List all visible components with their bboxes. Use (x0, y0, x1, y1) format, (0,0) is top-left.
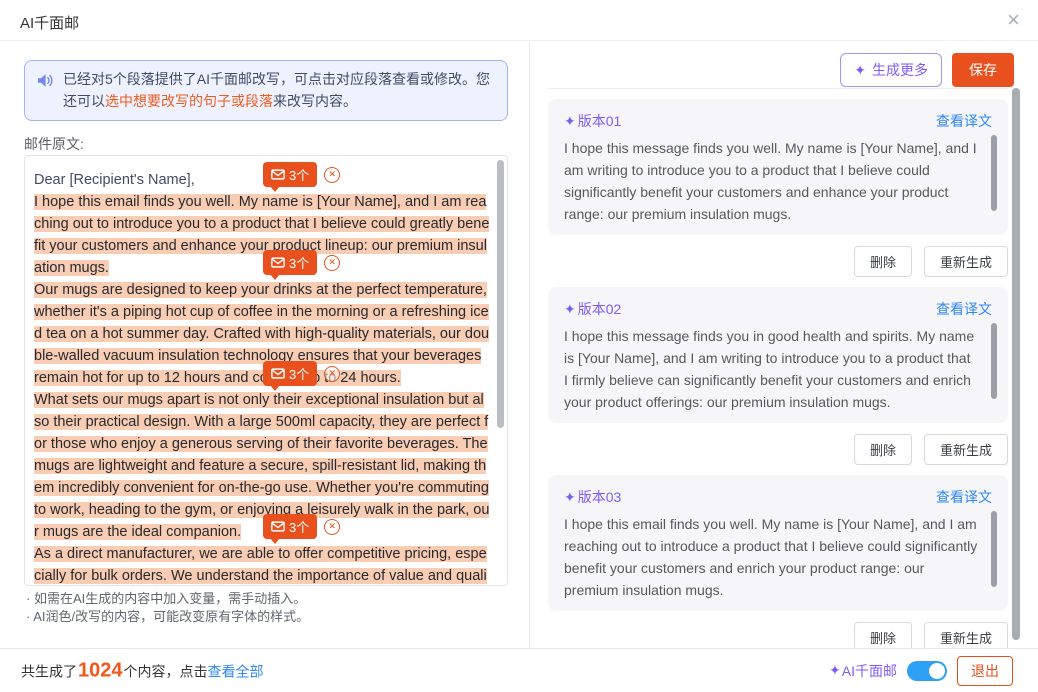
generate-more-button[interactable]: ✦ 生成更多 (840, 53, 942, 87)
notice-text-after: 来改写内容。 (273, 93, 357, 109)
generated-count: 1024 (78, 659, 123, 682)
speaker-icon (37, 72, 54, 112)
email-salutation[interactable]: Dear [Recipient's Name], (34, 169, 490, 191)
page-title: AI千面邮 (20, 12, 79, 33)
version-card-scrollbar[interactable] (991, 135, 997, 211)
note-line: · 如需在AI生成的内容中加入变量，需手动插入。 (26, 590, 309, 608)
paragraph-versions-badge[interactable]: 3个 (263, 514, 317, 539)
paragraph-badge-group: 3个 ✕ (263, 514, 340, 539)
badge-count: 3个 (289, 253, 309, 272)
badge-dismiss-icon[interactable]: ✕ (324, 167, 340, 183)
sparkle-icon: ✦ (564, 489, 576, 506)
view-all-link[interactable]: 查看全部 (208, 661, 264, 681)
right-panel: ✦ 生成更多 保存 ✦ 版本01 查看译文 I hope this messag… (531, 41, 1038, 648)
paragraph-badge-group: 3个 ✕ (263, 162, 340, 187)
version-card-header: ✦ 版本02 查看译文 (564, 297, 992, 321)
right-toolbar: ✦ 生成更多 保存 (840, 53, 1014, 87)
envelope-icon (271, 521, 285, 532)
versions-list: ✦ 版本01 查看译文 I hope this message finds yo… (548, 88, 1008, 648)
version-title: ✦ 版本03 (564, 487, 621, 507)
save-button[interactable]: 保存 (952, 53, 1014, 87)
generated-suffix: 个内容，点击 (124, 661, 208, 681)
regenerate-button[interactable]: 重新生成 (924, 622, 1008, 648)
paragraph-badge-group: 3个 ✕ (263, 250, 340, 275)
version-actions: 删除 重新生成 (548, 246, 1008, 277)
paragraph-versions-badge[interactable]: 3个 (263, 361, 317, 386)
version-card: ✦ 版本02 查看译文 I hope this message finds yo… (548, 287, 1008, 423)
sparkle-icon: ✦ (854, 62, 866, 79)
delete-button[interactable]: 删除 (854, 246, 912, 277)
view-translation-link[interactable]: 查看译文 (936, 487, 992, 507)
email-paragraph[interactable]: Our mugs are designed to keep your drink… (34, 279, 490, 389)
email-paragraph[interactable]: I hope this email finds you well. My nam… (34, 191, 490, 279)
original-email-label: 邮件原文: (24, 134, 84, 154)
notes: · 如需在AI生成的内容中加入变量，需手动插入。 · AI润色/改写的内容，可能… (26, 590, 309, 626)
paragraph-versions-badge[interactable]: 3个 (263, 162, 317, 187)
envelope-icon (271, 368, 285, 379)
badge-count: 3个 (289, 165, 309, 184)
badge-count: 3个 (289, 517, 309, 536)
delete-button[interactable]: 删除 (854, 622, 912, 648)
version-card-header: ✦ 版本03 查看译文 (564, 485, 992, 509)
sparkle-icon: ✦ (829, 662, 841, 679)
view-translation-link[interactable]: 查看译文 (936, 111, 992, 131)
close-icon[interactable]: × (1007, 7, 1020, 33)
left-panel: 已经对5个段落提供了AI千面邮改写，可点击对应段落查看或修改。您还可以选中想要改… (0, 41, 530, 648)
regenerate-button[interactable]: 重新生成 (924, 246, 1008, 277)
footer-controls: ✦ AI千面邮 退出 (829, 656, 1013, 686)
version-card-header: ✦ 版本01 查看译文 (564, 109, 992, 133)
generate-more-label: 生成更多 (872, 60, 928, 80)
badge-dismiss-icon[interactable]: ✕ (324, 519, 340, 535)
version-card: ✦ 版本01 查看译文 I hope this message finds yo… (548, 99, 1008, 235)
badge-count: 3个 (289, 364, 309, 383)
version-actions: 删除 重新生成 (548, 622, 1008, 648)
footer: 共生成了1024个内容，点击查看全部 ✦ AI千面邮 退出 (0, 648, 1038, 692)
paragraph-versions-badge[interactable]: 3个 (263, 250, 317, 275)
version-title: ✦ 版本02 (564, 299, 621, 319)
notice-text-highlight[interactable]: 选中想要改写的句子或段落 (105, 93, 273, 109)
versions-scrollbar[interactable] (1012, 88, 1020, 640)
email-original-box[interactable]: Dear [Recipient's Name], I hope this ema… (24, 155, 508, 586)
generated-prefix: 共生成了 (21, 661, 77, 681)
version-actions: 删除 重新生成 (548, 434, 1008, 465)
version-card-scrollbar[interactable] (991, 323, 997, 399)
envelope-icon (271, 169, 285, 180)
notice-text: 已经对5个段落提供了AI千面邮改写，可点击对应段落查看或修改。您还可以选中想要改… (63, 68, 495, 112)
envelope-icon (271, 257, 285, 268)
toggle-knob (929, 663, 945, 679)
version-title: ✦ 版本01 (564, 111, 621, 131)
version-card-scrollbar[interactable] (991, 511, 997, 587)
email-original-text[interactable]: Dear [Recipient's Name], I hope this ema… (34, 169, 490, 586)
version-card: ✦ 版本03 查看译文 I hope this email finds you … (548, 475, 1008, 611)
sparkle-icon: ✦ (564, 301, 576, 318)
ai-toggle-label: ✦ AI千面邮 (829, 661, 897, 681)
view-translation-link[interactable]: 查看译文 (936, 299, 992, 319)
regenerate-button[interactable]: 重新生成 (924, 434, 1008, 465)
note-line: · AI润色/改写的内容，可能改变原有字体的样式。 (26, 608, 309, 626)
version-text[interactable]: I hope this message finds you in good he… (564, 325, 992, 411)
paragraph-badge-group: 3个 ✕ (263, 361, 340, 386)
notice-banner: 已经对5个段落提供了AI千面邮改写，可点击对应段落查看或修改。您还可以选中想要改… (24, 60, 508, 121)
email-paragraph[interactable]: What sets our mugs apart is not only the… (34, 389, 490, 543)
generated-summary: 共生成了1024个内容，点击查看全部 (21, 659, 264, 682)
version-text[interactable]: I hope this message finds you well. My n… (564, 137, 992, 223)
badge-dismiss-icon[interactable]: ✕ (324, 366, 340, 382)
modal-header: AI千面邮 × (0, 0, 1038, 41)
version-text[interactable]: I hope this email finds you well. My nam… (564, 513, 992, 599)
delete-button[interactable]: 删除 (854, 434, 912, 465)
ai-toggle[interactable] (907, 661, 947, 681)
ai-email-modal: AI千面邮 × 已经对5个段落提供了AI千面邮改写，可点击对应段落查看或修改。您… (0, 0, 1038, 692)
badge-dismiss-icon[interactable]: ✕ (324, 255, 340, 271)
email-box-scrollbar[interactable] (497, 160, 504, 428)
sparkle-icon: ✦ (564, 113, 576, 130)
exit-button[interactable]: 退出 (957, 656, 1013, 686)
email-paragraph[interactable]: As a direct manufacturer, we are able to… (34, 543, 490, 586)
